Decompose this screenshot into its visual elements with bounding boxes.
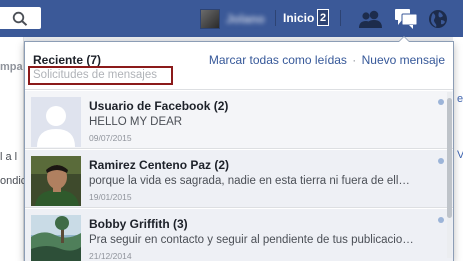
background-text: V bbox=[457, 149, 463, 161]
top-navigation-bar: Jolano Inicio 2 bbox=[0, 0, 463, 37]
background-text: ondic bbox=[0, 175, 27, 187]
scrollbar-thumb[interactable] bbox=[447, 98, 452, 218]
notifications-globe-icon[interactable] bbox=[428, 9, 448, 29]
home-count-badge: 2 bbox=[317, 9, 329, 26]
friend-requests-icon[interactable] bbox=[358, 9, 384, 29]
background-text: mpa bbox=[0, 61, 23, 73]
avatar bbox=[31, 97, 81, 147]
scrollbar[interactable] bbox=[447, 92, 452, 258]
divider bbox=[275, 10, 276, 26]
avatar bbox=[31, 215, 81, 261]
messages-dropdown: Reciente (7) Marcar todas como leídas · … bbox=[24, 41, 454, 261]
header-actions: Marcar todas como leídas · Nuevo mensaje bbox=[209, 53, 445, 67]
unread-indicator[interactable] bbox=[438, 99, 444, 105]
message-requests-link[interactable]: Solicitudes de mensajes bbox=[28, 66, 173, 85]
message-snippet: HELLO MY DEAR bbox=[89, 116, 183, 128]
conversation-item[interactable]: Bobby Griffith (3) Pra seguir en contact… bbox=[25, 209, 453, 261]
message-date: 19/01/2015 bbox=[89, 192, 132, 202]
background-text: e bbox=[457, 93, 463, 105]
sender-name: Usuario de Facebook (2) bbox=[89, 99, 229, 113]
dropdown-pointer-inner bbox=[399, 37, 409, 42]
message-snippet: Pra seguir en contacto y seguir al pendi… bbox=[89, 234, 414, 246]
new-message-link[interactable]: Nuevo mensaje bbox=[362, 53, 445, 67]
profile-link[interactable]: Jolano bbox=[200, 8, 265, 30]
avatar bbox=[200, 9, 220, 29]
mark-all-read-link[interactable]: Marcar todas como leídas bbox=[209, 53, 347, 67]
recent-tab[interactable]: Reciente (7) bbox=[33, 53, 101, 67]
user-name: Jolano bbox=[226, 12, 265, 26]
unread-indicator[interactable] bbox=[438, 158, 444, 164]
conversation-item[interactable]: Ramirez Centeno Paz (2) porque la vida e… bbox=[25, 150, 453, 208]
dropdown-header: Reciente (7) Marcar todas como leídas · … bbox=[25, 42, 453, 90]
default-avatar-icon bbox=[31, 97, 81, 147]
background-page-left: mpa l a l ondic bbox=[0, 37, 27, 261]
sender-name: Ramirez Centeno Paz (2) bbox=[89, 158, 230, 172]
messages-icon[interactable] bbox=[394, 8, 418, 30]
separator: · bbox=[352, 53, 357, 67]
message-snippet: porque la vida es sagrada, nadie en esta… bbox=[89, 175, 410, 187]
profile-photo-icon bbox=[31, 156, 81, 206]
home-link[interactable]: Inicio bbox=[283, 11, 314, 25]
avatar bbox=[31, 156, 81, 206]
message-date: 09/07/2015 bbox=[89, 133, 132, 143]
sender-name: Bobby Griffith (3) bbox=[89, 217, 188, 231]
message-date: 21/12/2014 bbox=[89, 251, 132, 261]
conversation-item[interactable]: Usuario de Facebook (2) HELLO MY DEAR 09… bbox=[25, 91, 453, 149]
background-page-right: e V bbox=[453, 37, 463, 261]
search-button[interactable] bbox=[0, 7, 41, 29]
profile-photo-icon bbox=[31, 215, 81, 261]
search-icon bbox=[12, 11, 28, 26]
unread-indicator[interactable] bbox=[438, 217, 444, 223]
background-text: l a l bbox=[0, 151, 18, 163]
divider bbox=[340, 10, 341, 26]
